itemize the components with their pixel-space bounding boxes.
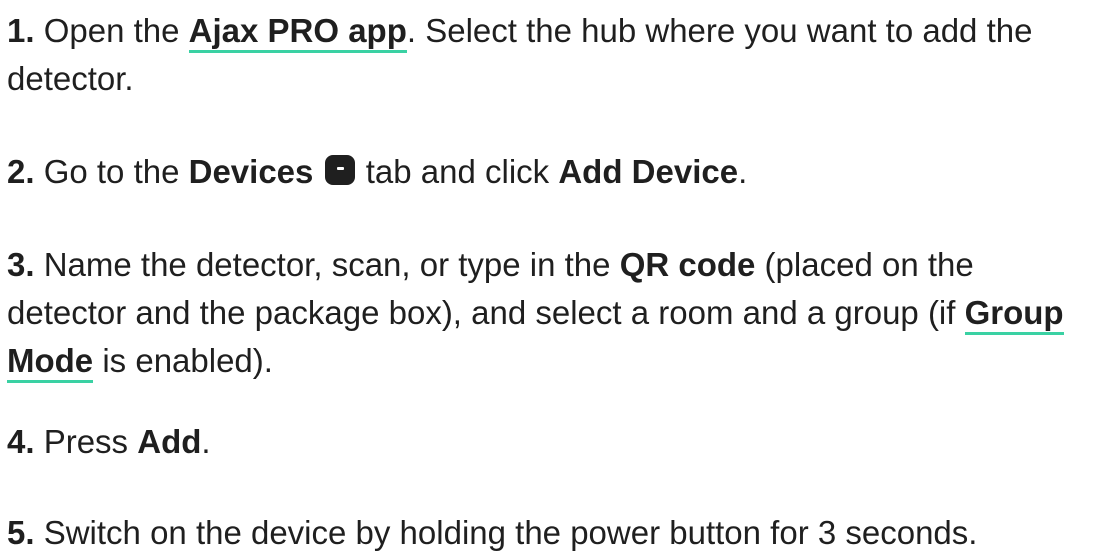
instructions-list: 1. Open the Ajax PRO app. Select the hub…: [0, 0, 1096, 553]
step-text: Open the: [34, 12, 189, 49]
step-number: 3.: [7, 246, 35, 283]
step-3: 3. Name the detector, scan, or type in t…: [7, 241, 1092, 385]
step-text: tab and click: [356, 153, 559, 190]
step-number: 5.: [7, 514, 35, 551]
step-number: 4.: [7, 423, 35, 460]
qr-code-label: QR code: [619, 246, 756, 283]
step-text: Go to the: [34, 153, 189, 190]
ajax-pro-app-link[interactable]: Ajax PRO app: [188, 12, 407, 53]
step-text: .: [738, 153, 748, 190]
devices-label: Devices: [188, 153, 314, 190]
step-text: .: [201, 423, 211, 460]
step-1: 1. Open the Ajax PRO app. Select the hub…: [7, 7, 1092, 103]
step-number: 2.: [7, 153, 35, 190]
add-label: Add: [137, 423, 202, 460]
step-number: 1.: [7, 12, 35, 49]
step-5: 5. Switch on the device by holding the p…: [7, 509, 1092, 557]
step-text: Press: [34, 423, 138, 460]
step-text: is enabled).: [93, 342, 273, 379]
step-text: Name the detector, scan, or type in the: [34, 246, 620, 283]
step-text: Switch on the device by holding the powe…: [34, 514, 978, 551]
devices-icon: [324, 155, 355, 185]
step-2: 2. Go to the Devices tab and click Add D…: [7, 148, 1092, 196]
add-device-label: Add Device: [558, 153, 739, 190]
step-4: 4. Press Add.: [7, 418, 1092, 466]
